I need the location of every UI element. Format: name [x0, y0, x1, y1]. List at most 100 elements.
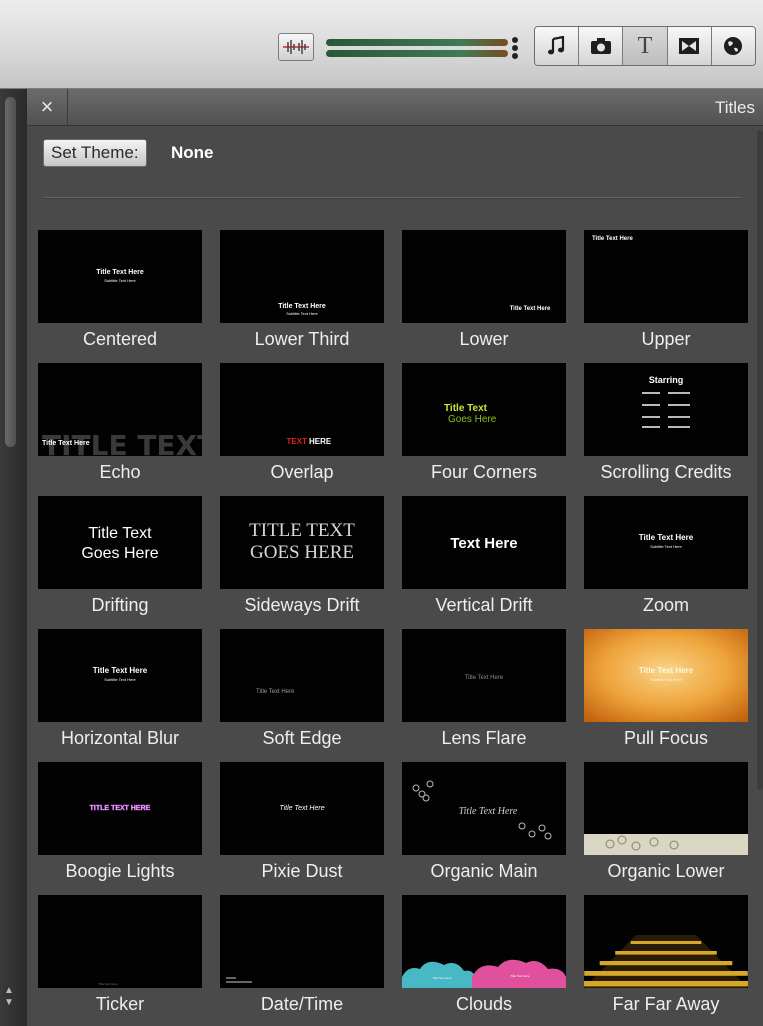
title-thumbnail[interactable] — [220, 895, 384, 988]
toolbar: T — [0, 0, 763, 89]
title-thumbnail[interactable]: Title Text Here Subtitle Text Here — [584, 496, 748, 589]
title-tile[interactable]: Title Text Here Organic Main — [391, 762, 566, 890]
title-tile[interactable]: Starring Scrolling Credits — [573, 363, 748, 491]
title-thumbnail[interactable]: Starring — [584, 363, 748, 456]
title-thumbnail[interactable]: TEXT HERE — [220, 363, 384, 456]
title-tile[interactable]: Title Text Goes Here Four Corners — [391, 363, 566, 491]
title-thumbnail[interactable]: Title Text Goes Here — [402, 363, 566, 456]
thumbnail-text: Title Text Here — [510, 974, 530, 978]
title-tile[interactable]: Title Text Here Upper — [573, 230, 748, 358]
title-thumbnail[interactable]: Title Text Here — [402, 230, 566, 323]
title-thumbnail[interactable]: TITLE TEXT GOES HERE — [220, 496, 384, 589]
title-thumbnail[interactable]: Title Text Here — [220, 629, 384, 722]
transitions-button[interactable] — [667, 27, 712, 65]
title-tile[interactable]: TITLE TEXT GOES HERE Sideways Drift — [209, 496, 384, 624]
thumbnail-preview: Title Text Here — [592, 236, 633, 242]
title-tile[interactable]: Title Text Here Subtitle Text Here Lower T… — [209, 230, 384, 358]
thumbnail-text: Title Text Here — [42, 440, 90, 447]
theme-value: None — [171, 143, 214, 162]
title-tile[interactable]: Far Far Away — [573, 895, 748, 1023]
thumbnail-text: Title Text — [444, 403, 488, 414]
thumbnail-preview: Title Text Here Subtitle Text Here — [96, 269, 144, 283]
thumbnail-preview: Title TextGoes Here — [444, 403, 497, 425]
close-button[interactable]: × — [27, 89, 68, 125]
transitions-icon — [679, 38, 700, 54]
title-tile[interactable]: Organic Lower — [573, 762, 748, 890]
title-tile[interactable]: TITLE TEXT HERETitle Text Here Echo — [27, 363, 202, 491]
thumbnail-text: TEXT — [287, 437, 308, 446]
title-thumbnail[interactable]: Title Text Here Subtitle Text Here — [584, 629, 748, 722]
title-tile[interactable]: Title Text Here Title Text Here Clouds — [391, 895, 566, 1023]
title-thumbnail[interactable]: Text Here — [402, 496, 566, 589]
title-tile[interactable]: Title Text Here Subtitle Text Here Pull Fo… — [573, 629, 748, 757]
thumbnail-preview: Title Text Here — [279, 805, 324, 812]
title-label: Lens Flare — [441, 728, 527, 748]
thumbnail-text: HERE — [309, 437, 332, 446]
title-tile[interactable]: TEXT HERE Overlap — [209, 363, 384, 491]
title-label: Zoom — [642, 595, 689, 615]
title-label: Overlap — [270, 462, 334, 482]
volume-meter[interactable] — [324, 34, 518, 62]
title-thumbnail[interactable]: Title Text Here — [402, 762, 566, 855]
title-tile[interactable]: Title Text Here Subtitle Text Here Horizon… — [27, 629, 202, 757]
thumbnail-text: Subtitle Text Here — [650, 544, 682, 549]
title-tile[interactable]: Title Text Here Ticker — [27, 895, 202, 1023]
thumbnail-text: Title Text Here — [592, 236, 633, 242]
globe-icon — [724, 37, 743, 55]
title-thumbnail[interactable]: Title Text Here Subtitle Text Here — [220, 230, 384, 323]
title-tile[interactable]: Title Text Here Lens Flare — [391, 629, 566, 757]
photos-button[interactable] — [579, 27, 624, 65]
thumbnail-text: Title Text Here — [278, 303, 326, 310]
title-label: Date/Time — [260, 994, 344, 1014]
thumbnail-text: Subtitle Text Here — [286, 311, 318, 316]
title-label: Vertical Drift — [435, 595, 533, 615]
thumbnail-preview: Title Text Here — [510, 306, 551, 312]
title-thumbnail[interactable]: Title Text Here Subtitle Text Here — [38, 629, 202, 722]
title-thumbnail[interactable]: Title Text Goes Here — [38, 496, 202, 589]
title-thumbnail[interactable]: Title Text Here Subtitle Text Here — [38, 230, 202, 323]
thumbnail-preview: Title Text Here Subtitle Text Here — [584, 629, 748, 722]
right-scrollbar[interactable] — [757, 130, 763, 790]
maps-button[interactable] — [711, 27, 755, 65]
thumbnail-preview: Title Text Here Subtitle Text Here — [639, 533, 694, 549]
camera-icon — [590, 38, 611, 54]
title-tile[interactable]: Title Text Goes Here Drifting — [27, 496, 202, 624]
title-tile[interactable]: Title Text Here Soft Edge — [209, 629, 384, 757]
title-label: Ticker — [95, 994, 145, 1014]
title-thumbnail[interactable]: Title Text Here — [38, 895, 202, 988]
title-thumbnail[interactable] — [584, 895, 748, 988]
title-thumbnail[interactable]: Title Text Here — [402, 629, 566, 722]
scroll-thumb[interactable] — [5, 97, 16, 447]
thumbnail-preview: TITLE TEXT HERE — [89, 805, 151, 813]
music-button[interactable] — [535, 27, 580, 65]
title-tile[interactable]: Title Text Here Lower — [391, 230, 566, 358]
title-thumbnail[interactable] — [584, 762, 748, 855]
title-tile[interactable]: Date/Time — [209, 895, 384, 1023]
titles-button[interactable]: T — [623, 27, 668, 65]
title-tile[interactable]: Text Here Vertical Drift — [391, 496, 566, 624]
title-thumbnail[interactable]: Title Text Here Title Text Here — [402, 895, 566, 988]
title-tile[interactable]: Title Text Here Subtitle Text Here Centere… — [27, 230, 202, 358]
thumbnail-text: Title Text Here — [465, 675, 504, 681]
title-tile[interactable]: Title Text Here Subtitle Text Here Zoom — [573, 496, 748, 624]
close-icon: × — [40, 94, 54, 119]
thumbnail-preview: TEXT HERE — [287, 437, 332, 446]
thumbnail-text: Title Text Here — [510, 306, 551, 312]
thumbnail-text: Text Here — [450, 535, 517, 552]
title-thumbnail[interactable]: TITLE TEXT HERE — [38, 762, 202, 855]
thumbnail-text: Title Text Here — [432, 976, 452, 980]
thumbnail-text: Title Text — [88, 525, 152, 542]
audio-adjust-icon — [283, 40, 309, 54]
title-tile[interactable]: TITLE TEXT HERE Boogie Lights — [27, 762, 202, 890]
title-thumbnail[interactable]: Title Text Here — [584, 230, 748, 323]
thumbnail-text: Goes Here — [448, 414, 497, 425]
title-thumbnail[interactable]: Title Text Here — [220, 762, 384, 855]
thumbnail-text: Title Text Here — [98, 982, 118, 986]
set-theme-button[interactable]: Set Theme: — [43, 139, 147, 167]
scroll-arrows-icon[interactable]: ▲ ▼ — [4, 985, 14, 1009]
title-thumbnail[interactable]: TITLE TEXT HERETitle Text Here — [38, 363, 202, 456]
title-tile[interactable]: Title Text Here Pixie Dust — [209, 762, 384, 890]
thumbnail-text: TITLE TEXT HERE — [90, 805, 151, 812]
audio-adjust-button[interactable] — [278, 33, 314, 61]
left-scrollbar[interactable]: ▲ ▼ — [0, 89, 27, 1026]
